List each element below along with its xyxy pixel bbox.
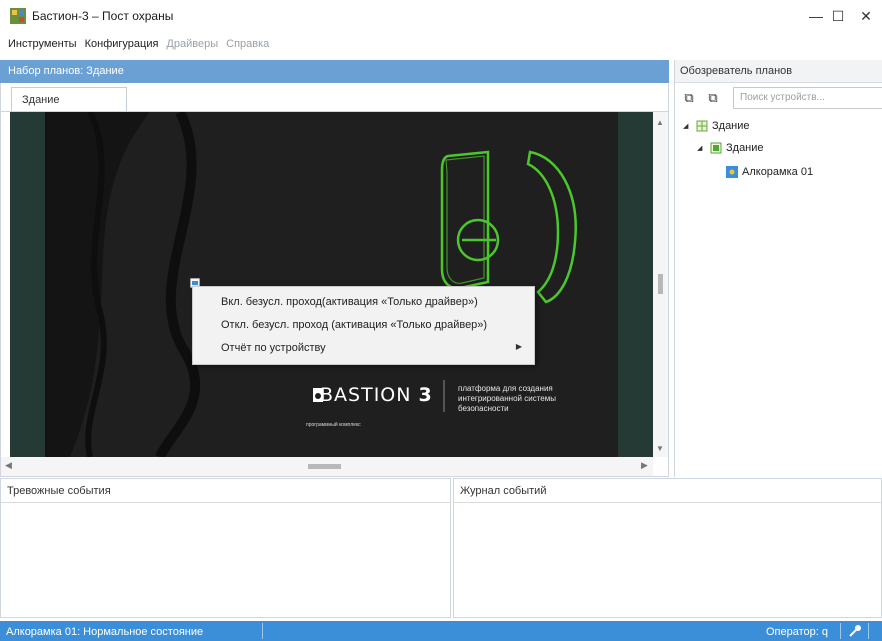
plan-explorer: Обозреватель планов ⧉ ⧉ Поиск устройств.… — [674, 60, 882, 477]
logo-subline: программный комплекс — [306, 422, 361, 428]
key-icon[interactable] — [848, 624, 862, 638]
alarm-events-header: Тревожные события — [1, 479, 450, 503]
scroll-left-icon[interactable]: ◀ — [5, 460, 12, 471]
tab-plan-building[interactable]: Здание — [11, 87, 127, 111]
close-button[interactable]: ✕ — [846, 0, 882, 32]
tree-item-building[interactable]: ◢ Здание — [683, 117, 750, 135]
scroll-right-icon[interactable]: ▶ — [641, 460, 648, 471]
device-search-input[interactable]: Поиск устройств... — [733, 87, 882, 109]
tree-item-label: Здание — [712, 120, 750, 132]
explorer-header: Обозреватель планов — [675, 60, 882, 83]
tree-expanded-icon[interactable]: ◢ — [683, 122, 693, 130]
plans-panel-header: Набор планов: Здание — [0, 60, 669, 83]
status-divider — [840, 623, 841, 639]
expand-all-icon[interactable]: ⧉ — [681, 90, 697, 106]
tree-item-plan[interactable]: ◢ Здание — [697, 139, 764, 157]
device-icon — [726, 166, 738, 178]
horizontal-scroll-thumb[interactable] — [308, 464, 341, 469]
ctx-disable-free-pass[interactable]: Откл. безусл. проход (активация «Только … — [193, 314, 534, 337]
status-divider — [868, 623, 869, 639]
device-state-text: Алкорамка 01: Нормальное состояние — [6, 626, 204, 638]
submenu-arrow-icon: ▶ — [515, 342, 522, 351]
ctx-device-report-label: Отчёт по устройству — [221, 342, 326, 354]
status-bar: Алкорамка 01: Нормальное состояние Опера… — [0, 621, 882, 641]
menu-tools[interactable]: Инструменты — [8, 38, 77, 50]
menu-drivers[interactable]: Драйверы — [166, 38, 218, 50]
tree-expanded-icon[interactable]: ◢ — [697, 144, 707, 152]
menu-help[interactable]: Справка — [226, 38, 269, 50]
plan-tabstrip: Здание — [0, 83, 669, 111]
explorer-toolbar: ⧉ ⧉ Поиск устройств... — [675, 84, 882, 112]
tree-item-label: Здание — [726, 142, 764, 154]
context-menu: Вкл. безусл. проход(активация «Только др… — [192, 286, 535, 365]
horizontal-scrollbar[interactable]: ◀ ▶ — [1, 457, 653, 476]
menu-bar: Инструменты Конфигурация Драйверы Справк… — [0, 32, 882, 56]
building-icon — [696, 120, 708, 132]
ctx-enable-free-pass[interactable]: Вкл. безусл. проход(активация «Только др… — [193, 291, 534, 314]
event-journal-header: Журнал событий — [454, 479, 881, 503]
vertical-scrollbar[interactable]: ▲ ▼ — [653, 112, 668, 457]
scroll-up-icon[interactable]: ▲ — [656, 118, 664, 127]
plan-icon — [710, 142, 722, 154]
collapse-all-icon[interactable]: ⧉ — [705, 90, 721, 106]
plan-canvas[interactable]: BASTION 3 программный комплекс платформа… — [10, 112, 653, 457]
ctx-device-report[interactable]: Отчёт по устройству ▶ — [193, 337, 534, 360]
app-icon — [10, 8, 26, 24]
event-journal-panel: Журнал событий — [453, 478, 882, 618]
title-bar: Бастион-3 – Пост охраны — ☐ ✕ — [0, 0, 882, 32]
logo-slogan: платформа для создания интегрированной с… — [458, 384, 556, 413]
scroll-down-icon[interactable]: ▼ — [656, 444, 664, 453]
menu-configuration[interactable]: Конфигурация — [85, 38, 159, 50]
vertical-scroll-thumb[interactable] — [658, 274, 663, 294]
window-title: Бастион-3 – Пост охраны — [32, 9, 174, 23]
logo-wordmark: BASTION 3 — [320, 384, 433, 406]
tree-item-label: Алкорамка 01 — [742, 166, 814, 178]
alarm-events-panel: Тревожные события — [0, 478, 451, 618]
tree-item-device[interactable]: Алкорамка 01 — [723, 163, 813, 181]
status-divider — [262, 623, 263, 639]
operator-text: Оператор: q — [766, 626, 829, 638]
